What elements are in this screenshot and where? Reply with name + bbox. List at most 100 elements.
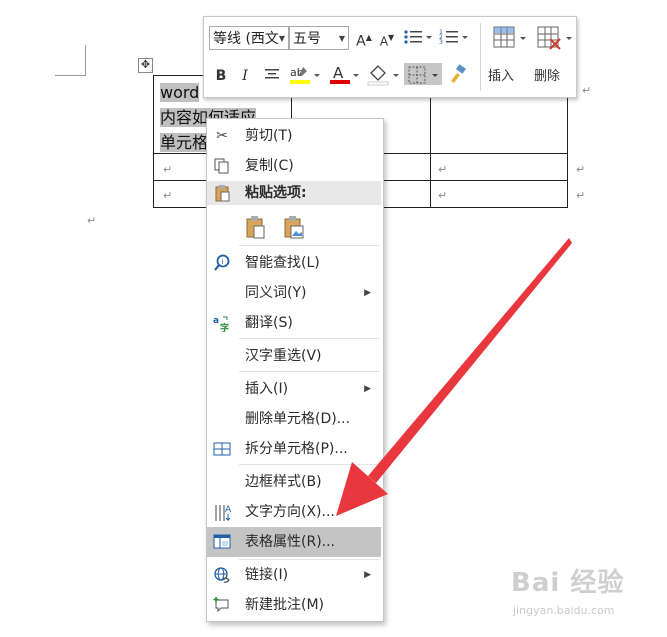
mini-toolbar: 等线 (西文 ▼ 五号 ▼ A▲ A▼ 1 2 3 B I ab A 插入 删除 [203,16,577,98]
submenu-arrow-icon: ▶ [364,570,371,580]
table-insert-button[interactable] [490,23,530,57]
cell-text-line: 单元格 [160,133,209,152]
cell-end-mark: ↵ [163,163,173,176]
font-color-icon: A [330,64,359,84]
cell-end-mark: ↵ [576,189,586,202]
menu-item-label: 拆分单元格(P)... [245,441,348,457]
menu-item-insert[interactable]: 插入(I) ▶ [207,377,381,401]
menu-item-label: 新建批注(M) [245,597,325,613]
menu-item-label: 剪切(T) [245,128,293,144]
bullets-button[interactable] [402,27,432,49]
paste-keep-formatting-icon[interactable] [245,215,267,241]
menu-item-copy[interactable]: 复制(C) [207,154,381,178]
numbering-button[interactable]: 1 2 3 [438,27,468,49]
grow-font-icon: A [356,33,366,50]
menu-item-label: 表格属性(R)... [245,534,336,550]
bold-button[interactable]: B [212,65,230,87]
baidu-jingyan-watermark: Bai 经验 jingyan.baidu.com [505,560,655,630]
italic-button[interactable]: I [236,65,254,87]
grow-font-button[interactable]: A▲ [355,27,373,50]
menu-item-label: 粘贴选项: [245,185,307,201]
chevron-down-icon: ▼ [278,34,285,43]
menu-item-table-properties[interactable]: 表格属性(R)... [207,527,381,557]
paste-icon [213,184,231,202]
paint-bucket-icon [367,65,399,86]
font-color-button[interactable]: A [328,63,360,85]
cell-end-mark: ↵ [438,189,448,202]
menu-item-synonyms[interactable]: 同义词(Y) ▶ [207,281,381,305]
insert-label[interactable]: 插入 [488,65,514,84]
link-icon [213,566,231,584]
new-comment-icon [213,596,231,614]
paragraph-mark: ↵ [87,214,97,227]
menu-item-split-cells[interactable]: 拆分单元格(P)... [207,437,381,461]
menu-item-label: 文字方向(X)... [245,504,335,520]
menu-item-reconvert[interactable]: 汉字重选(V) [207,344,381,368]
watermark-url: jingyan.baidu.com [513,604,615,617]
cell-end-mark: ↵ [576,163,586,176]
menu-item-paste-options: 粘贴选项: [207,181,381,205]
menu-item-smart-lookup[interactable]: i 智能查找(L) [207,251,381,275]
smart-lookup-icon: i [213,254,231,272]
menu-item-label: 边框样式(B) [245,474,322,490]
svg-text:A: A [225,505,232,515]
highlighter-icon: ab [290,66,320,84]
menu-item-label: 汉字重选(V) [245,348,322,364]
menu-item-delete-cells[interactable]: 删除单元格(D)... [207,407,381,431]
menu-item-border-styles[interactable]: 边框样式(B) ▶ [207,470,381,494]
svg-text:i: i [222,258,224,266]
scissors-icon: ✂ [216,128,228,144]
submenu-arrow-icon: ▶ [364,477,371,487]
context-menu: ✂ 剪切(T) 复制(C) 粘贴选项: i 智能查找(L) 同义词(Y) ▶ a… [206,118,384,622]
font-size-combo[interactable]: 五号 ▼ [289,26,349,50]
chevron-down-icon: ▼ [338,34,345,43]
highlight-button[interactable]: ab [288,63,322,85]
borders-button[interactable] [404,63,442,85]
center-align-button[interactable] [262,65,282,87]
insert-table-icon [493,26,526,48]
font-name-combo[interactable]: 等线 (西文 ▼ [209,26,289,50]
menu-item-label: 删除单元格(D)... [245,411,351,427]
table-properties-icon [213,533,231,551]
table-delete-button[interactable] [536,23,576,57]
watermark-logo: Bai 经验 [511,568,625,598]
paste-picture-icon[interactable] [283,215,305,241]
center-align-icon [265,69,279,79]
split-cells-icon [213,440,231,458]
menu-item-link[interactable]: 链接(I) ▶ [207,563,381,587]
menu-item-label: 复制(C) [245,158,294,174]
svg-text:a: a [213,316,219,326]
format-painter-button[interactable] [446,63,470,85]
font-size-value: 五号 [293,31,321,47]
table-move-handle[interactable]: ✥ [138,58,153,73]
svg-text:字: 字 [220,322,229,332]
bullets-icon [404,30,432,44]
menu-item-label: 同义词(Y) [245,285,307,301]
delete-label[interactable]: 删除 [534,65,560,84]
svg-text:A: A [333,64,344,82]
delete-table-icon [537,26,572,50]
menu-item-text-direction[interactable]: A 文字方向(X)... [207,500,381,524]
cell-end-mark: ↵ [438,163,448,176]
cell-end-mark: ↵ [163,189,173,202]
menu-item-translate[interactable]: a字 翻译(S) [207,311,381,335]
text-direction-icon: A [213,503,232,522]
translate-icon: a字 [213,314,231,334]
menu-item-label: 智能查找(L) [245,255,320,271]
shading-button[interactable] [366,63,400,86]
menu-item-label: 翻译(S) [245,315,293,331]
menu-item-label: 链接(I) [245,567,289,583]
borders-icon [408,66,438,84]
font-name-value: 等线 (西文 [213,31,279,47]
page-margin-corner [55,45,86,76]
submenu-arrow-icon: ▶ [364,384,371,394]
menu-item-cut[interactable]: ✂ 剪切(T) [207,124,381,148]
numbering-icon: 1 2 3 [439,29,468,46]
format-painter-icon [451,64,466,83]
shrink-font-button[interactable]: A▼ [378,27,396,49]
shrink-font-icon: A [379,34,389,49]
menu-item-label: 插入(I) [245,381,289,397]
menu-item-new-comment[interactable]: 新建批注(M) [207,593,381,617]
cell-text-line: word [160,83,200,102]
submenu-arrow-icon: ▶ [364,288,371,298]
